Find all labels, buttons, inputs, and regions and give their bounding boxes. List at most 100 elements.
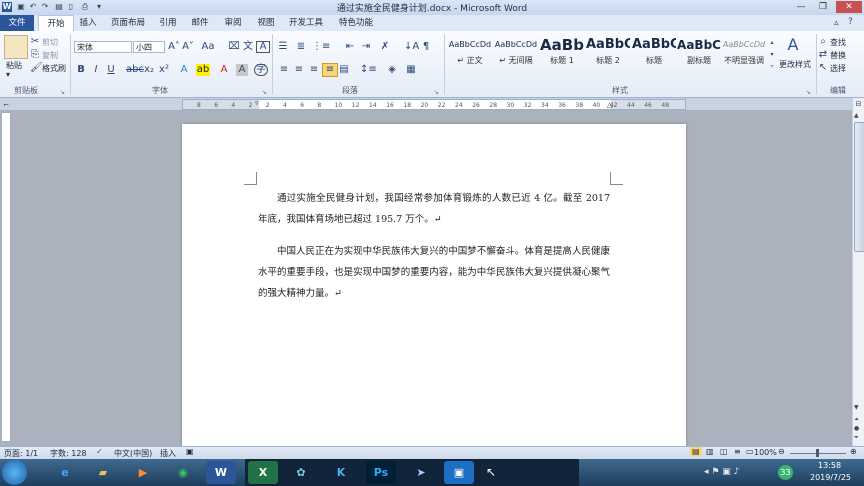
distributed-icon[interactable]: ▤ xyxy=(338,64,350,76)
numbering-icon[interactable]: ≣ xyxy=(294,41,308,53)
minimize-button[interactable]: — xyxy=(790,1,812,13)
style-title[interactable]: AaBbC 标题 xyxy=(632,35,676,73)
align-right-icon[interactable]: ≡ xyxy=(308,64,320,76)
tab-mailings[interactable]: 邮件 xyxy=(186,15,214,31)
tab-view[interactable]: 视图 xyxy=(252,15,280,31)
font-name-box[interactable]: 宋体 xyxy=(74,41,132,53)
subscript-icon[interactable]: x₂ xyxy=(143,64,155,76)
insert-mode[interactable]: 插入 xyxy=(160,448,176,459)
superscript-icon[interactable]: x² xyxy=(158,64,170,76)
vertical-ruler[interactable] xyxy=(1,112,11,442)
tab-file[interactable]: 文件 xyxy=(0,15,34,31)
style-subtitle[interactable]: AaBbC 副标题 xyxy=(677,35,721,73)
horizontal-ruler[interactable]: 8 6 4 2 2 4 6 8 10 12 14 16 18 20 22 24 26 28 30 32 34 36 38 40… xyxy=(182,99,686,110)
replace-button[interactable]: 替换 xyxy=(830,50,846,61)
proofing-icon[interactable]: ✓ xyxy=(96,447,103,456)
grow-font-icon[interactable]: A˄ xyxy=(168,41,180,53)
styles-scroll-icon[interactable]: ▴ ▾ ▿ xyxy=(768,37,776,73)
zoom-in-icon[interactable]: ⊕ xyxy=(850,447,857,456)
show-marks-icon[interactable]: ¶ xyxy=(420,41,432,53)
text-effects-icon[interactable]: A xyxy=(178,64,190,76)
tab-selector-icon[interactable]: ⌐ xyxy=(1,100,11,110)
style-heading-1[interactable]: AaBb 标题 1 xyxy=(540,35,584,73)
file-explorer-icon[interactable]: ▰ xyxy=(88,461,118,484)
language-indicator[interactable]: 中文(中国) xyxy=(114,448,152,459)
draft-view-icon[interactable]: ▭ xyxy=(746,447,754,456)
excel-taskbar-icon[interactable]: X xyxy=(248,461,278,484)
cut-button[interactable]: 剪切 xyxy=(42,37,58,48)
copy-button[interactable]: 复制 xyxy=(42,50,58,61)
clipboard-launcher-icon[interactable]: ↘ xyxy=(60,89,65,96)
next-page-icon[interactable]: ⏷ xyxy=(854,434,859,442)
macro-recording-icon[interactable]: ▣ xyxy=(186,447,194,456)
align-center-icon[interactable]: ≡ xyxy=(293,64,305,76)
styles-launcher-icon[interactable]: ↘ xyxy=(806,89,811,96)
full-screen-reading-icon[interactable]: ▥ xyxy=(706,447,714,456)
justify-icon[interactable]: ≡ xyxy=(322,63,338,77)
word-taskbar-icon[interactable]: W xyxy=(206,461,236,484)
paste-icon[interactable] xyxy=(4,35,28,59)
shading-icon[interactable]: ◈ xyxy=(386,64,398,76)
document-page[interactable]: 通过实施全民健身计划，我国经常参加体育锻炼的人数已近 4 亿。截至 2017 年… xyxy=(182,124,686,454)
clock-time[interactable]: 13:58 xyxy=(818,461,841,470)
maximize-button[interactable]: ❐ xyxy=(812,1,834,13)
font-launcher-icon[interactable]: ↘ xyxy=(262,89,267,96)
find-button[interactable]: 查找 xyxy=(830,37,846,48)
enclose-characters-icon[interactable]: 字 xyxy=(254,64,268,76)
change-case-icon[interactable]: Aa xyxy=(200,41,216,53)
help-icon[interactable]: ? xyxy=(848,17,853,27)
tab-page-layout[interactable]: 页面布局 xyxy=(106,15,150,31)
style-no-spacing[interactable]: AaBbCcDd ↵ 无间隔 xyxy=(494,35,538,73)
tray-icons[interactable]: ◂ ⚑ ▣ ♪ xyxy=(704,467,739,477)
outline-view-icon[interactable]: ≡ xyxy=(734,447,741,456)
scroll-down-icon[interactable]: ▼ xyxy=(854,404,859,411)
select-button[interactable]: 选择 xyxy=(830,63,846,74)
zoom-level[interactable]: 100% xyxy=(754,448,777,457)
underline-icon[interactable]: U xyxy=(106,64,116,76)
tab-references[interactable]: 引用 xyxy=(154,15,182,31)
paste-dropdown-icon[interactable]: ▾ xyxy=(6,70,10,79)
sort-icon[interactable]: ↓A xyxy=(404,41,419,53)
tray-badge[interactable]: 33 xyxy=(778,465,793,480)
right-indent-marker[interactable]: △ xyxy=(607,101,612,109)
close-button[interactable]: ✕ xyxy=(836,1,862,13)
tab-insert[interactable]: 插入 xyxy=(74,15,102,31)
line-spacing-icon[interactable]: ↕≡ xyxy=(360,64,377,76)
character-border-icon[interactable]: A xyxy=(256,41,270,53)
tab-review[interactable]: 审阅 xyxy=(218,15,248,31)
media-player-icon[interactable]: ▶ xyxy=(128,461,158,484)
font-size-box[interactable]: 小四 xyxy=(133,41,165,53)
tab-developer[interactable]: 开发工具 xyxy=(284,15,328,31)
web-layout-icon[interactable]: ◫ xyxy=(720,447,728,456)
italic-icon[interactable]: I xyxy=(91,64,101,76)
zoom-out-icon[interactable]: ⊖ xyxy=(778,447,785,456)
strikethrough-icon[interactable]: abc xyxy=(126,64,144,76)
collapse-ribbon-icon[interactable]: ▵ xyxy=(834,18,839,28)
app-green-icon[interactable]: ◉ xyxy=(168,461,198,484)
flower-app-icon[interactable]: ✿ xyxy=(286,461,316,484)
page-count[interactable]: 页面: 1/1 xyxy=(4,448,38,459)
start-button-icon[interactable] xyxy=(2,460,27,485)
paper-plane-icon[interactable]: ➤ xyxy=(406,461,436,484)
scroll-up-icon[interactable]: ▲ xyxy=(854,112,859,119)
screen-recorder-icon[interactable]: ▣ xyxy=(444,461,474,484)
style-subtle-emphasis[interactable]: AaBbCcDd 不明显强调 xyxy=(721,35,767,73)
scroll-thumb[interactable] xyxy=(854,122,864,252)
tab-home[interactable]: 开始 xyxy=(38,15,74,32)
clock-date[interactable]: 2019/7/25 xyxy=(810,473,851,482)
style-heading-2[interactable]: AaBbC 标题 2 xyxy=(586,35,630,73)
paragraph-launcher-icon[interactable]: ↘ xyxy=(434,89,439,96)
font-color-icon[interactable]: A xyxy=(218,64,230,76)
paragraph-1[interactable]: 通过实施全民健身计划，我国经常参加体育锻炼的人数已近 4 亿。截至 2017 年… xyxy=(258,188,610,230)
highlight-color-icon[interactable]: ab xyxy=(196,64,210,76)
k-app-icon[interactable]: K xyxy=(326,461,356,484)
bullets-icon[interactable]: ☰ xyxy=(276,41,290,53)
tab-special-features[interactable]: 特色功能 xyxy=(334,15,378,31)
phonetic-guide-icon[interactable]: 文 xyxy=(242,41,254,53)
clear-formatting-icon[interactable]: ⌧ xyxy=(228,41,240,53)
borders-icon[interactable]: ▦ xyxy=(404,64,418,76)
internet-explorer-icon[interactable]: e xyxy=(50,461,80,484)
shrink-font-icon[interactable]: A˅ xyxy=(182,41,194,53)
word-count[interactable]: 字数: 128 xyxy=(50,448,87,459)
previous-page-icon[interactable]: ⏶ xyxy=(854,416,859,424)
